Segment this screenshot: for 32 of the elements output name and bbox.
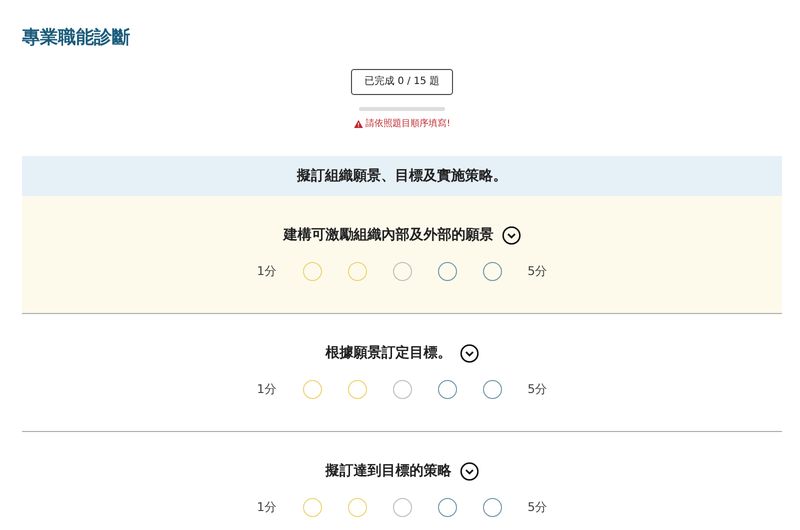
rating-radio[interactable] bbox=[392, 262, 412, 281]
question-text: 根據願景訂定目標。 bbox=[326, 344, 452, 362]
rating-radio[interactable] bbox=[392, 380, 412, 399]
warning-icon bbox=[354, 120, 363, 128]
rating-radio[interactable] bbox=[302, 498, 322, 517]
scale-max-label: 5分 bbox=[528, 263, 548, 280]
rating-radio[interactable] bbox=[482, 380, 502, 399]
question-text: 建構可激勵組織內部及外部的願景 bbox=[284, 226, 494, 244]
rating-radio[interactable] bbox=[302, 262, 322, 281]
rating-radio[interactable] bbox=[438, 262, 456, 281]
expand-icon[interactable] bbox=[460, 344, 478, 362]
scale-max-label: 5分 bbox=[528, 381, 548, 398]
progress-counter: 已完成 0 / 15 題 bbox=[351, 69, 453, 95]
page-title: 專業職能診斷 bbox=[22, 26, 131, 50]
rating-radio[interactable] bbox=[392, 498, 412, 517]
rating-radio[interactable] bbox=[348, 498, 366, 517]
question-text: 擬訂達到目標的策略 bbox=[326, 462, 452, 480]
expand-icon[interactable] bbox=[460, 462, 478, 480]
scale-min-label: 1分 bbox=[256, 499, 276, 516]
rating-radio[interactable] bbox=[482, 262, 502, 281]
rating-radio[interactable] bbox=[348, 380, 366, 399]
scale-max-label: 5分 bbox=[528, 499, 548, 516]
rating-radio[interactable] bbox=[438, 380, 456, 399]
scale-min-label: 1分 bbox=[256, 381, 276, 398]
warning-message: 請依照題目順序填寫! bbox=[366, 118, 450, 130]
scale-min-label: 1分 bbox=[256, 263, 276, 280]
rating-radio[interactable] bbox=[438, 498, 456, 517]
rating-radio[interactable] bbox=[302, 380, 322, 399]
rating-radio[interactable] bbox=[482, 498, 502, 517]
section-header: 擬訂組織願景、目標及實施策略。 bbox=[22, 156, 782, 196]
rating-radio[interactable] bbox=[348, 262, 366, 281]
expand-icon[interactable] bbox=[502, 226, 520, 244]
